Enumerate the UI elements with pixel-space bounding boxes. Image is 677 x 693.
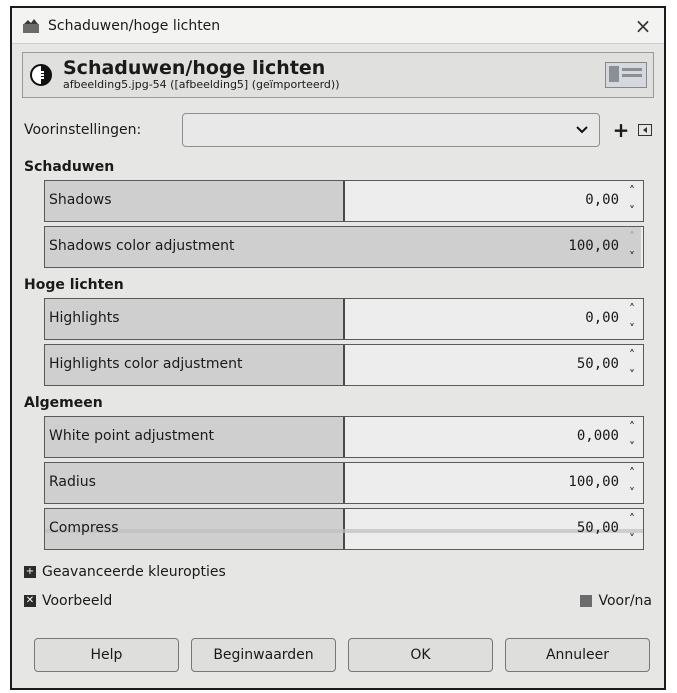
preview-label: Voorbeeld [42, 593, 113, 609]
add-preset-icon[interactable]: + [608, 118, 634, 142]
expand-plus-icon[interactable]: + [24, 566, 36, 578]
plugin-title: Schaduwen/hoge lichten [63, 57, 326, 79]
stepper[interactable]: ˄ ˅ [623, 183, 641, 219]
field-value[interactable]: 100,00 [568, 238, 619, 254]
field-label: Shadows [49, 192, 112, 208]
step-down-icon[interactable]: ˅ [629, 485, 635, 501]
cancel-button[interactable]: Annuleer [505, 638, 650, 672]
before-after-toggle[interactable]: Voor/na [580, 593, 652, 609]
shadows-highlights-icon [30, 64, 52, 86]
step-down-icon[interactable]: ˅ [629, 531, 635, 547]
step-down-icon[interactable]: ˅ [629, 439, 635, 455]
close-icon[interactable]: × [632, 14, 654, 38]
ok-button[interactable]: OK [348, 638, 493, 672]
shadows-color-spin-scale[interactable]: Shadows color adjustment 100,00 ˄ ˅ [44, 226, 644, 268]
highlights-color-spin-scale[interactable]: Highlights color adjustment 50,00 ˄ ˅ [44, 344, 644, 386]
title-bar: Schaduwen/hoge lichten × [12, 8, 664, 44]
field-value[interactable]: 0,00 [585, 310, 619, 326]
shadows-spin-scale[interactable]: Shadows 0,00 ˄ ˅ [44, 180, 644, 222]
field-label: White point adjustment [49, 428, 214, 444]
step-up-icon[interactable]: ˄ [629, 419, 635, 435]
toggle-box-icon[interactable] [580, 595, 593, 607]
section-shadows: Schaduwen [24, 159, 115, 175]
before-after-label: Voor/na [598, 593, 652, 609]
stepper[interactable]: ˄ ˅ [623, 229, 641, 265]
reset-button[interactable]: Beginwaarden [191, 638, 336, 672]
stepper[interactable]: ˄ ˅ [623, 301, 641, 337]
step-up-icon[interactable]: ˄ [629, 183, 635, 199]
highlights-spin-scale[interactable]: Highlights 0,00 ˄ ˅ [44, 298, 644, 340]
field-label: Radius [49, 474, 96, 490]
step-down-icon[interactable]: ˅ [629, 367, 635, 383]
section-highlights: Hoge lichten [24, 277, 124, 293]
preview-row: ✕ Voorbeeld Voor/na [24, 586, 652, 616]
step-up-icon[interactable]: ˄ [629, 511, 635, 527]
field-label: Shadows color adjustment [49, 238, 235, 254]
image-subtitle: afbeelding5.jpg-54 ([afbeelding5] (geïmp… [63, 78, 340, 91]
help-button[interactable]: Help [34, 638, 179, 672]
field-value[interactable]: 0,000 [577, 428, 619, 444]
stepper[interactable]: ˄ ˅ [623, 465, 641, 501]
field-value[interactable]: 50,00 [577, 520, 619, 536]
field-value[interactable]: 0,00 [585, 192, 619, 208]
step-up-icon[interactable]: ˄ [629, 301, 635, 317]
stepper[interactable]: ˄ ˅ [623, 347, 641, 383]
checkbox-checked-icon[interactable]: ✕ [24, 595, 36, 607]
step-down-icon[interactable]: ˅ [629, 321, 635, 337]
preset-menu-icon[interactable] [638, 124, 652, 136]
chevron-down-icon [576, 126, 588, 134]
plugin-header: Schaduwen/hoge lichten afbeelding5.jpg-5… [22, 52, 654, 98]
advanced-color-expander[interactable]: + Geavanceerde kleuropties [24, 558, 664, 586]
step-down-icon[interactable]: ˅ [629, 249, 635, 265]
white-point-spin-scale[interactable]: White point adjustment 0,000 ˄ ˅ [44, 416, 644, 458]
image-thumbnail-icon [605, 62, 647, 88]
step-up-icon[interactable]: ˄ [629, 347, 635, 363]
step-up-icon[interactable]: ˄ [629, 229, 635, 245]
field-label: Highlights [49, 310, 120, 326]
step-up-icon[interactable]: ˄ [629, 465, 635, 481]
compress-spin-scale[interactable]: Compress 50,00 ˄ ˅ [44, 508, 644, 550]
preview-checkbox[interactable]: ✕ Voorbeeld [24, 593, 580, 609]
button-bar: Help Beginwaarden OK Annuleer [34, 638, 650, 672]
window-title: Schaduwen/hoge lichten [48, 17, 221, 34]
expander-label: Geavanceerde kleuropties [42, 564, 226, 580]
dialog-window: Schaduwen/hoge lichten × Schaduwen/hoge … [10, 6, 666, 690]
stepper[interactable]: ˄ ˅ [623, 419, 641, 455]
section-general: Algemeen [24, 395, 103, 411]
presets-label: Voorinstellingen: [24, 122, 142, 138]
presets-dropdown[interactable] [182, 113, 600, 147]
compress-stripe [45, 529, 643, 533]
field-label: Highlights color adjustment [49, 356, 243, 372]
field-value[interactable]: 100,00 [568, 474, 619, 490]
field-label: Compress [49, 520, 119, 536]
presets-row: Voorinstellingen: + [24, 110, 652, 150]
gimp-app-icon [23, 18, 39, 33]
field-value[interactable]: 50,00 [577, 356, 619, 372]
step-down-icon[interactable]: ˅ [629, 203, 635, 219]
radius-spin-scale[interactable]: Radius 100,00 ˄ ˅ [44, 462, 644, 504]
stepper[interactable]: ˄ ˅ [623, 511, 641, 547]
